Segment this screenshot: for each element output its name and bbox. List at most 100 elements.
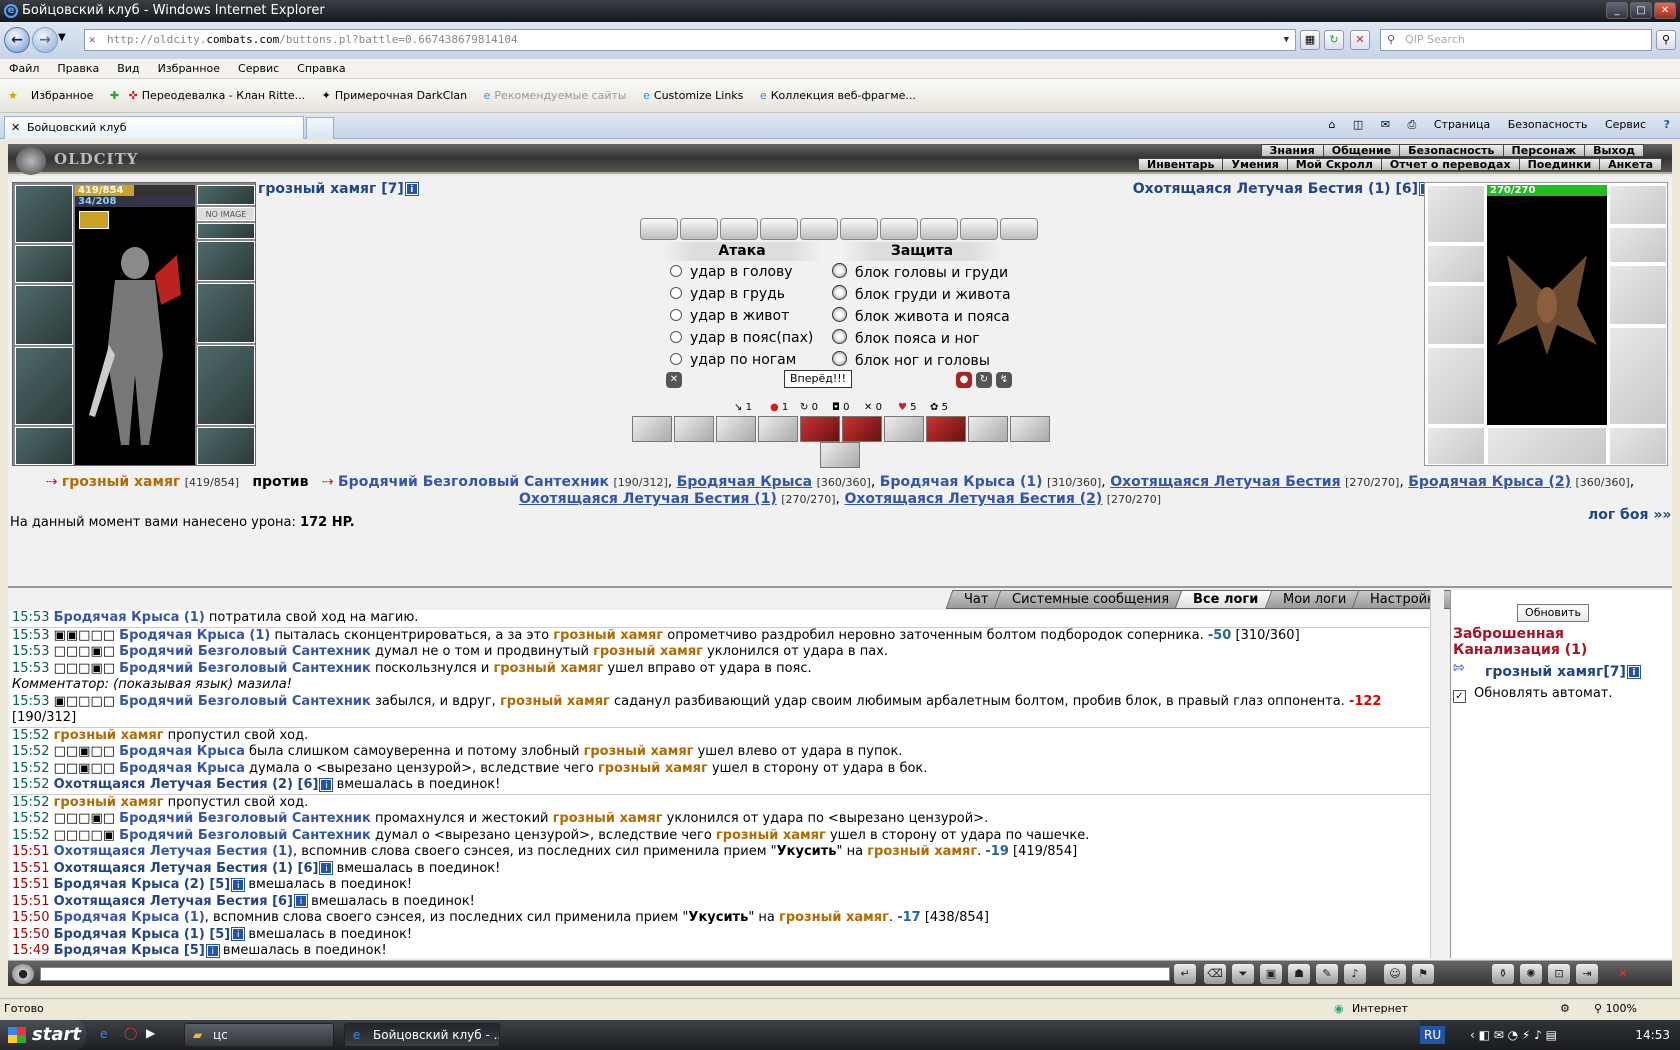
start-button[interactable]: start [0, 1020, 86, 1050]
attack-player-icon[interactable]: ⇰ [1453, 660, 1465, 676]
block-chest-belly-radio[interactable]: блок груди и живота [832, 285, 1011, 304]
enemy-portrait[interactable]: 270/270 [1487, 185, 1607, 425]
forward-button[interactable]: → [32, 27, 58, 53]
rings-slot[interactable] [197, 223, 255, 239]
attack-chest-radio[interactable]: удар в грудь [670, 285, 785, 303]
fav-link-1[interactable]: Переодевалка - Клан Ritte... [142, 79, 305, 113]
address-dropdown-icon[interactable]: ▼ [1284, 30, 1289, 50]
shield-slot[interactable] [197, 283, 255, 343]
amulet-slot[interactable] [197, 185, 255, 205]
technique-slot[interactable] [1010, 416, 1050, 442]
vs-enemy[interactable]: Бродячая Крыса (2) [1408, 474, 1571, 490]
technique-slot[interactable] [632, 416, 672, 442]
map-icon[interactable]: ✺ [1520, 964, 1542, 984]
minimize-button[interactable]: _ [1606, 2, 1628, 19]
vs-player[interactable]: грозный хамяг [62, 474, 180, 490]
fav-link-5[interactable]: Коллекция веб-фрагме... [771, 79, 916, 113]
nav-fights[interactable]: Поединки [1518, 158, 1601, 171]
sound-icon[interactable]: ♪ [1344, 964, 1366, 984]
block-legs-head-radio[interactable]: блок ног и головы [832, 351, 990, 370]
scroll-slot[interactable] [760, 218, 798, 240]
noimage-slot[interactable]: NO IMAGE [197, 207, 255, 221]
technique-slot[interactable] [716, 416, 756, 442]
fav-link-4[interactable]: Customize Links [654, 79, 744, 113]
feeds-icon[interactable]: ◫ [1353, 118, 1363, 131]
combat-mode-icon[interactable]: ✕ [666, 372, 682, 388]
character-icon[interactable]: ☗ [1288, 964, 1310, 984]
player-portrait[interactable]: 419/854 34/208 [75, 185, 195, 465]
attack-head-radio[interactable]: удар в голову [670, 263, 793, 281]
stop-icon[interactable]: ✕ [1350, 30, 1370, 50]
inventory-icon[interactable]: ⚱ [1492, 964, 1514, 984]
history-dropdown-icon[interactable]: ▼ [58, 32, 66, 43]
nav-skills[interactable]: Умения [1222, 158, 1288, 171]
leggings-slot[interactable] [197, 345, 255, 425]
menu-favorites[interactable]: Избранное [149, 59, 229, 78]
technique-slot[interactable] [820, 442, 860, 468]
bracers-slot[interactable] [15, 245, 73, 283]
nav-communication[interactable]: Общение [1322, 144, 1401, 157]
refresh-icon[interactable]: ↻ [1324, 30, 1344, 50]
nav-profile[interactable]: Анкета [1599, 158, 1662, 171]
back-button[interactable]: ← [4, 27, 30, 53]
nav-security[interactable]: Безопасность [1399, 144, 1504, 157]
attack-legs-radio[interactable]: удар по ногам [670, 351, 796, 369]
taskbar-item-ie[interactable]: e Бойцовский клуб - ... [344, 1023, 500, 1047]
attack-belly-radio[interactable]: удар в живот [670, 307, 789, 325]
media-quicklaunch-icon[interactable]: ▶ [146, 1026, 155, 1040]
nav-my-scroll[interactable]: Мой Скролл [1286, 158, 1382, 171]
enemy-name[interactable]: Охотящаяся Летучая Бестия (1) [6]i [1133, 181, 1433, 197]
zoom-level[interactable]: ⚲ 100% [1594, 999, 1637, 1019]
menu-file[interactable]: Файл [0, 59, 48, 78]
weapon-slot[interactable] [15, 285, 73, 345]
menu-view[interactable]: Вид [108, 59, 148, 78]
send-icon[interactable]: ↵ [1174, 964, 1196, 984]
vs-enemy[interactable]: Охотящаяся Летучая Бестия [1110, 474, 1340, 490]
menu-edit[interactable]: Правка [48, 59, 108, 78]
scroll-slot[interactable] [960, 218, 998, 240]
scroll-slot[interactable] [640, 218, 678, 240]
tab-settings[interactable]: Настройки [1351, 590, 1462, 609]
cmd-tools[interactable]: Сервис [1605, 118, 1646, 131]
protected-mode-icon[interactable]: ⚙ [1560, 999, 1570, 1019]
mail-icon[interactable]: ✉ [1381, 118, 1390, 131]
print-icon[interactable]: ⎙ [1408, 118, 1417, 131]
scroll-slot[interactable] [1000, 218, 1038, 240]
nav-exit[interactable]: Выход [1584, 144, 1644, 157]
buff-icon[interactable] [79, 211, 109, 229]
add-favorite-icon[interactable]: ✚ [110, 79, 119, 113]
tab-my-logs[interactable]: Мои логи [1264, 590, 1365, 609]
info-icon[interactable]: i [404, 182, 419, 196]
favorites-button[interactable]: Избранное [31, 79, 93, 113]
player-name[interactable]: грозный хамяг [7] i [258, 181, 419, 197]
chat-mode-icon[interactable]: ● [12, 964, 34, 984]
scroll-slot[interactable] [840, 218, 878, 240]
boots-slot[interactable] [197, 427, 255, 465]
block-belt-legs-radio[interactable]: блок пояса и ног [832, 329, 980, 348]
nav-knowledge[interactable]: Знания [1260, 144, 1324, 157]
tab-system-messages[interactable]: Системные сообщения [993, 590, 1188, 609]
close-window-button[interactable]: ✕ [1654, 2, 1676, 19]
block-belly-belt-radio[interactable]: блок живота и пояса [832, 307, 1010, 326]
vs-enemy[interactable]: Охотящаяся Летучая Бестия (2) [844, 491, 1102, 507]
nav-inventory[interactable]: Инвентарь [1138, 158, 1224, 171]
scroll-slot[interactable] [920, 218, 958, 240]
ie-quicklaunch-icon[interactable]: e [100, 1027, 107, 1041]
technique-slot[interactable] [758, 416, 798, 442]
side-player-name[interactable]: грозный хамяг[7] i [1485, 664, 1641, 680]
belt-slot[interactable] [15, 427, 73, 465]
armor-slot[interactable] [15, 347, 73, 425]
technique-slot[interactable] [674, 416, 714, 442]
scroll-slot[interactable] [720, 218, 758, 240]
attack-groin-radio[interactable]: удар в пояс(пах) [670, 329, 813, 347]
technique-slot[interactable] [926, 416, 966, 442]
language-indicator[interactable]: RU [1420, 1026, 1446, 1044]
menu-help[interactable]: Справка [288, 59, 354, 78]
battle-log-link[interactable]: лог боя »» [1588, 507, 1671, 523]
go-button[interactable]: Вперёд!!! [784, 370, 852, 388]
tab-all-logs[interactable]: Все логи [1175, 590, 1278, 609]
technique-slot[interactable] [968, 416, 1008, 442]
vs-enemy[interactable]: Бродячий Безголовый Сантехник [338, 474, 609, 490]
exit-icon[interactable]: ⇥ [1576, 964, 1598, 984]
nav-character[interactable]: Персонаж [1502, 144, 1586, 157]
